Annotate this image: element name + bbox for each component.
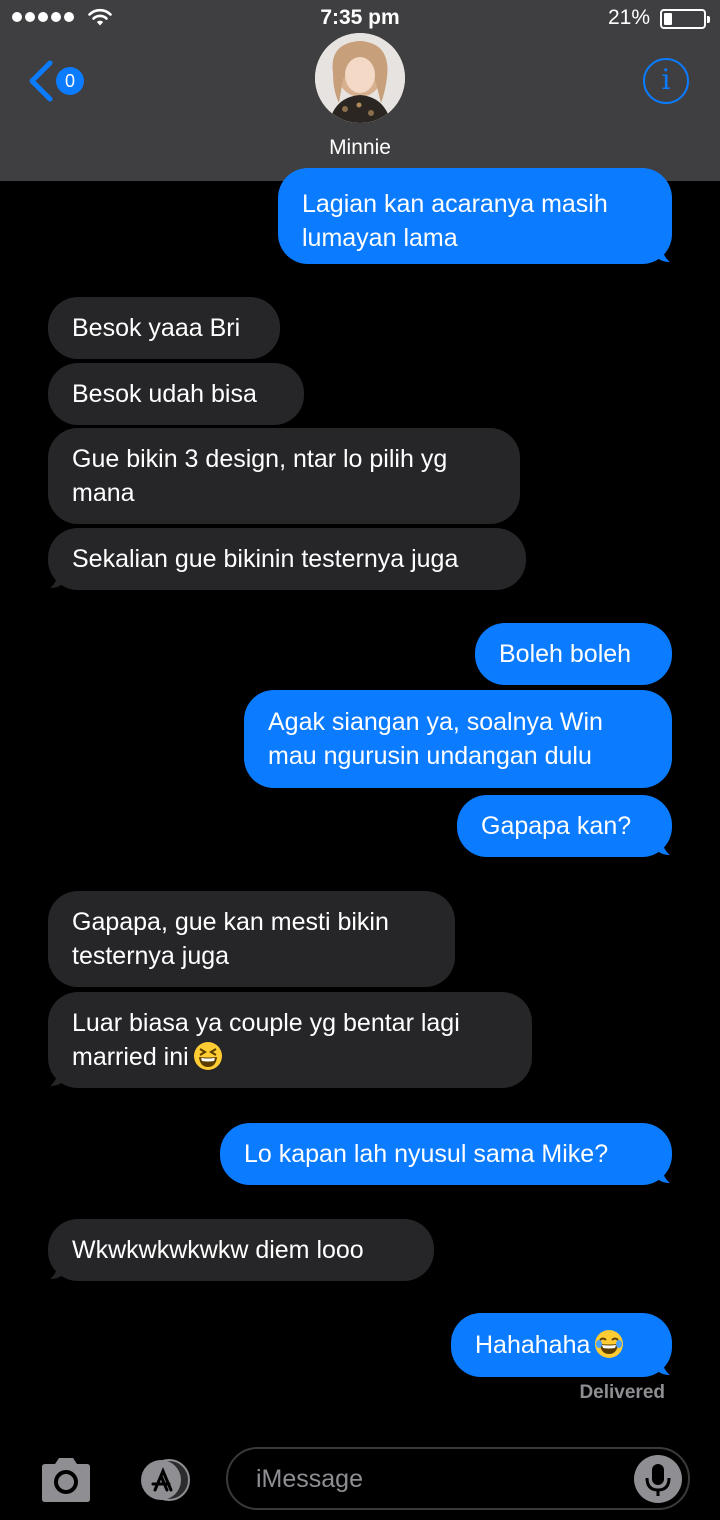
bubble-tail (656, 1161, 670, 1183)
message-bubble[interactable]: Sekalian gue bikinin testernya juga (48, 528, 526, 590)
microphone-button[interactable] (634, 1455, 682, 1503)
message-bubble[interactable]: Luar biasa ya couple yg bentar lagi marri… (48, 992, 532, 1088)
face-with-tears-of-joy-emoji-icon (595, 1330, 624, 1358)
message-bubble[interactable]: Hahahaha (451, 1313, 672, 1377)
status-bar: 7:35 pm 21% (0, 0, 720, 36)
message-text-line: Wkwkwkwkwkw diem looo (72, 1236, 364, 1264)
message-input[interactable]: iMessage (226, 1447, 690, 1510)
message-text-line: Besok udah bisa (72, 380, 257, 408)
unread-count-badge: 0 (56, 67, 84, 95)
info-button[interactable]: i (643, 58, 689, 104)
message-bubble[interactable]: Gapapa, gue kan mesti bikin testernya jug… (48, 891, 455, 987)
message-bubble[interactable]: Agak siangan ya, soalnya Win mau ngurusin… (244, 690, 672, 788)
bubble-tail (656, 240, 670, 262)
message-text-line: married ini (72, 1040, 508, 1074)
message-bubble[interactable]: Gapapa kan? (457, 795, 672, 857)
message-text-line: mana (72, 479, 135, 507)
info-icon: i (661, 63, 671, 96)
microphone-icon (645, 1464, 671, 1496)
grinning-squinting-face-emoji-icon (193, 1042, 222, 1070)
message-text-line: Gapapa kan? (481, 812, 632, 840)
app-store-icon (141, 1459, 190, 1501)
message-text-line: Hahahaha (475, 1328, 648, 1362)
message-bubble[interactable]: Besok yaaa Bri (48, 297, 280, 359)
delivered-status: Delivered (579, 1382, 665, 1403)
message-bubble[interactable]: Gue bikin 3 design, ntar lo pilih yg mana (48, 428, 520, 524)
message-text-line: mau ngurusin undangan dulu (268, 742, 592, 770)
bubble-tail (656, 1353, 670, 1375)
bubble-tail (656, 833, 670, 855)
message-text-line: Agak siangan ya, soalnya Win (268, 708, 603, 736)
contact-avatar[interactable] (315, 33, 405, 123)
message-bubble[interactable]: Lagian kan acaranya masih lumayan lama (278, 168, 672, 264)
battery-percentage: 21% (607, 6, 650, 29)
message-text-line: Lo kapan lah nyusul sama Mike? (244, 1140, 609, 1168)
message-text-line: lumayan lama (302, 224, 458, 252)
contact-photo (315, 33, 405, 123)
message-text-line: Besok yaaa Bri (72, 314, 241, 342)
message-text-line: Lagian kan acaranya masih (302, 190, 608, 218)
message-bubble[interactable]: Besok udah bisa (48, 363, 304, 425)
message-text-line: Luar biasa ya couple yg bentar lagi (72, 1009, 460, 1037)
message-text-line: Gapapa, gue kan mesti bikin (72, 908, 389, 936)
conversation-header: 7:35 pm 21% 0 Minnie i (0, 0, 720, 181)
contact-name[interactable]: Minnie (0, 136, 720, 160)
back-button[interactable]: 0 (26, 58, 96, 104)
message-text-line: Gue bikin 3 design, ntar lo pilih yg (72, 445, 448, 473)
bubble-tail (50, 566, 64, 588)
bubble-tail (50, 1257, 64, 1279)
battery-icon (660, 9, 710, 29)
message-bubble[interactable]: Lo kapan lah nyusul sama Mike? (220, 1123, 672, 1185)
camera-icon[interactable] (38, 1455, 94, 1505)
message-text-line: testernya juga (72, 942, 230, 970)
bubble-tail (50, 1064, 64, 1086)
app-store-button[interactable] (131, 1458, 195, 1502)
message-text-line: Boleh boleh (499, 640, 632, 668)
chevron-left-icon (29, 60, 53, 102)
message-input-placeholder: iMessage (256, 1465, 363, 1493)
message-bubble[interactable]: Boleh boleh (475, 623, 672, 685)
message-text-line: Sekalian gue bikinin testernya juga (72, 545, 459, 573)
message-bubble[interactable]: Wkwkwkwkwkw diem looo (48, 1219, 434, 1281)
